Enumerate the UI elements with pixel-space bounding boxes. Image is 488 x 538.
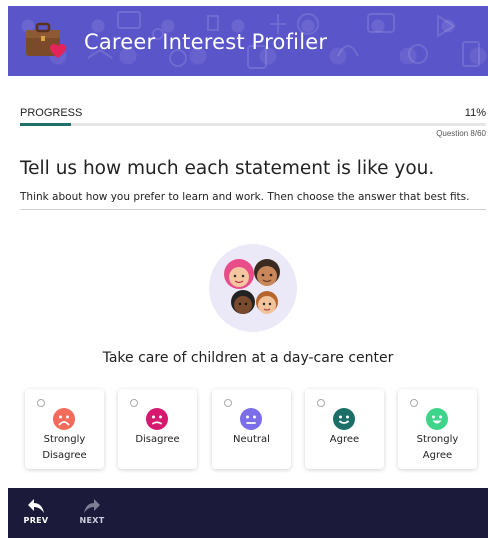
briefcase-heart-logo: [26, 22, 67, 58]
neutral-face-icon: [240, 408, 262, 430]
app-title: Career Interest Profiler: [84, 30, 328, 54]
app-frame: Career Interest Profiler PROGRESS 11% Qu…: [8, 6, 488, 538]
big-smile-face-icon: [426, 408, 448, 430]
children-illustration: [209, 244, 297, 332]
statement-text: Take care of children at a day-care cent…: [102, 350, 394, 366]
progress-bar-fill: [20, 123, 72, 126]
radio-button[interactable]: [410, 399, 418, 407]
instructions-text: Think about how you prefer to learn and …: [20, 191, 470, 203]
forward-arrow-icon: [84, 499, 100, 513]
radio-button[interactable]: [317, 399, 325, 407]
page-heading: Tell us how much each statement is like …: [20, 158, 435, 179]
progress-percent: 11%: [464, 107, 486, 119]
answer-agree[interactable]: Agree: [305, 389, 384, 469]
answer-strongly-disagree[interactable]: Strongly Disagree: [25, 389, 104, 469]
answer-options: Strongly Disagree Disagree Neutral Agree…: [25, 389, 477, 469]
app-header: Career Interest Profiler: [8, 6, 488, 76]
footer-nav: PREV NEXT: [8, 488, 488, 538]
sad-face-icon: [146, 408, 168, 430]
answer-label: Neutral: [233, 434, 270, 445]
question-counter: Question 8/60: [436, 129, 486, 138]
smile-face-icon: [333, 408, 355, 430]
radio-button[interactable]: [130, 399, 138, 407]
answer-neutral[interactable]: Neutral: [212, 389, 291, 469]
answer-label: Agree: [329, 434, 360, 445]
progress-bar: [20, 123, 486, 126]
answer-label: Disagree: [135, 434, 180, 445]
prev-button[interactable]: PREV: [16, 494, 56, 534]
answer-strongly-agree[interactable]: Strongly Agree: [398, 389, 477, 469]
answer-disagree[interactable]: Disagree: [118, 389, 197, 469]
radio-button[interactable]: [37, 399, 45, 407]
prev-label: PREV: [23, 516, 49, 525]
answer-label: Strongly Agree: [416, 434, 459, 461]
progress-label: PROGRESS: [20, 107, 83, 119]
very-sad-face-icon: [53, 408, 75, 430]
back-arrow-icon: [28, 499, 44, 513]
next-button[interactable]: NEXT: [72, 494, 112, 534]
radio-button[interactable]: [224, 399, 232, 407]
answer-label: Strongly Disagree: [42, 434, 87, 461]
next-label: NEXT: [79, 516, 105, 525]
divider: [20, 209, 486, 210]
